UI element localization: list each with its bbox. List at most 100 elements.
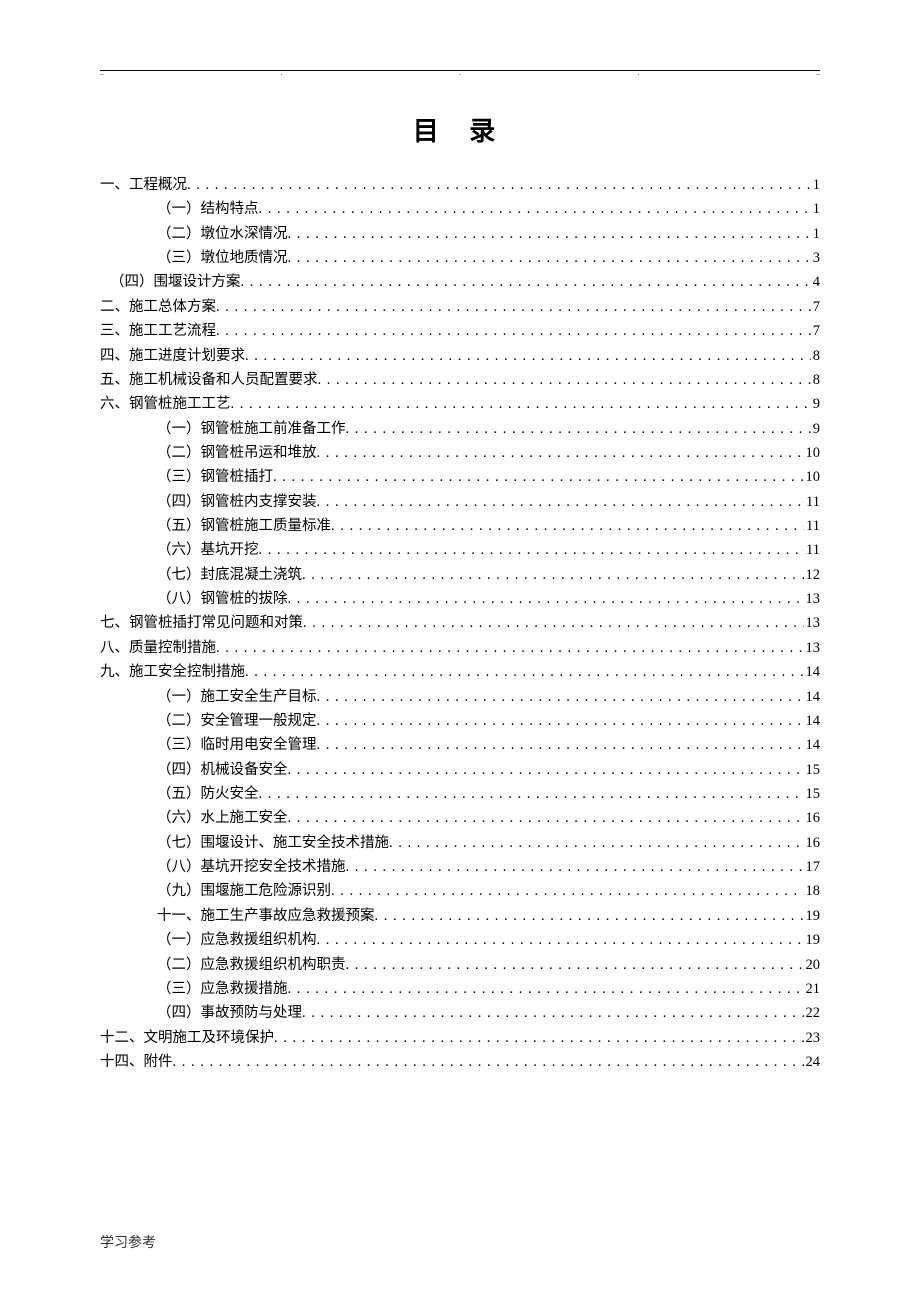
toc-entry: （一）施工安全生产目标14 (100, 685, 820, 709)
toc-label: （二）安全管理一般规定 (157, 709, 317, 733)
toc-entry: （三）墩位地质情况 3 (100, 246, 820, 270)
toc-leader-dots (288, 246, 811, 270)
toc-label: （四）钢管桩内支撑安装 (157, 490, 317, 514)
toc-leader-dots (187, 173, 811, 197)
toc-entry: （七）封底混凝土浇筑12 (100, 563, 820, 587)
toc-page-number: 3 (811, 246, 820, 270)
toc-label: （二）应急救援组织机构职责 (157, 953, 346, 977)
toc-entry: （五）钢管桩施工质量标准11 (100, 514, 820, 538)
toc-page-number: 11 (804, 538, 820, 562)
toc-page-number: 9 (811, 417, 820, 441)
toc-entry: 一、工程概况1 (100, 173, 820, 197)
toc-label: （三）墩位地质情况 (157, 246, 288, 270)
toc-entry: （四）钢管桩内支撑安装 11 (100, 490, 820, 514)
toc-leader-dots (259, 538, 805, 562)
toc-label: 十二、文明施工及环境保护 (100, 1026, 274, 1050)
toc-label: （六）基坑开挖 (157, 538, 259, 562)
toc-leader-dots (302, 1001, 804, 1025)
toc-leader-dots (346, 953, 804, 977)
toc-page-number: 17 (804, 855, 821, 879)
toc-leader-dots (288, 587, 804, 611)
toc-leader-dots (318, 368, 811, 392)
toc-entry: 六、钢管桩施工工艺 9 (100, 392, 820, 416)
toc-leader-dots (288, 758, 804, 782)
toc-entry: 二、施工总体方案 7 (100, 295, 820, 319)
toc-leader-dots (259, 197, 811, 221)
toc-page-number: 16 (804, 831, 821, 855)
toc-entry: 七、钢管桩插打常见问题和对策 13 (100, 611, 820, 635)
toc-label: 十四、附件 (100, 1050, 173, 1074)
toc-label: 二、施工总体方案 (100, 295, 216, 319)
toc-leader-dots (375, 904, 804, 928)
toc-entry: 十二、文明施工及环境保护23 (100, 1026, 820, 1050)
toc-entry: （六）基坑开挖 11 (100, 538, 820, 562)
toc-entry: （八）基坑开挖安全技术措施 17 (100, 855, 820, 879)
toc-page-number: 10 (804, 441, 821, 465)
toc-entry: （三）钢管桩插打10 (100, 465, 820, 489)
toc-page-number: 7 (811, 295, 820, 319)
toc-label: 七、钢管桩插打常见问题和对策 (100, 611, 303, 635)
toc-label: （五）钢管桩施工质量标准 (157, 514, 331, 538)
toc-leader-dots (245, 344, 811, 368)
toc-leader-dots (317, 928, 804, 952)
toc-leader-dots (317, 685, 804, 709)
toc-leader-dots (331, 514, 804, 538)
toc-entry: 五、施工机械设备和人员配置要求8 (100, 368, 820, 392)
toc-label: （七）封底混凝土浇筑 (157, 563, 302, 587)
toc-entry: （八）钢管桩的拔除13 (100, 587, 820, 611)
toc-page-number: 24 (804, 1050, 821, 1074)
toc-entry: （二）钢管桩吊运和堆放10 (100, 441, 820, 465)
toc-label: （六）水上施工安全 (157, 806, 288, 830)
toc-entry: （二）墩位水深情况1 (100, 222, 820, 246)
toc-page-number: 13 (804, 611, 821, 635)
toc-label: （一）钢管桩施工前准备工作 (157, 417, 346, 441)
toc-label: 十一、施工生产事故应急救援预案 (157, 904, 375, 928)
toc-label: （二）墩位水深情况 (157, 222, 288, 246)
toc-page-number: 19 (804, 904, 821, 928)
toc-label: 八、质量控制措施 (100, 636, 216, 660)
toc-leader-dots (303, 611, 804, 635)
toc-page-number: 14 (804, 660, 821, 684)
toc-leader-dots (274, 1026, 804, 1050)
toc-leader-dots (317, 441, 804, 465)
toc-label: 六、钢管桩施工工艺 (100, 392, 231, 416)
toc-entry: （五）防火安全15 (100, 782, 820, 806)
toc-label: （三）应急救援措施 (157, 977, 288, 1001)
toc-entry: 三、施工工艺流程 7 (100, 319, 820, 343)
toc-entry: （一）钢管桩施工前准备工作 9 (100, 417, 820, 441)
toc-label: （四）围堰设计方案 (110, 270, 241, 294)
toc-entry: 八、质量控制措施13 (100, 636, 820, 660)
toc-label: 三、施工工艺流程 (100, 319, 216, 343)
toc-leader-dots (288, 222, 811, 246)
toc-page-number: 11 (804, 490, 820, 514)
toc-entry: （二）安全管理一般规定14 (100, 709, 820, 733)
toc-label: 九、施工安全控制措施 (100, 660, 245, 684)
toc-entry: （三）临时用电安全管理14 (100, 733, 820, 757)
toc-entry: 九、施工安全控制措施 14 (100, 660, 820, 684)
toc-page-number: 8 (811, 344, 820, 368)
toc-leader-dots (317, 490, 805, 514)
toc-label: （四）事故预防与处理 (157, 1001, 302, 1025)
toc-leader-dots (346, 855, 804, 879)
footer-text: 学习参考 (100, 1232, 156, 1252)
toc-page-number: 1 (811, 173, 820, 197)
toc-leader-dots (317, 709, 804, 733)
toc-label: （一）结构特点 (157, 197, 259, 221)
toc-entry: 四、施工进度计划要求8 (100, 344, 820, 368)
toc-entry: （一）应急救援组织机构19 (100, 928, 820, 952)
toc-label: （八）基坑开挖安全技术措施 (157, 855, 346, 879)
toc-page-number: 22 (804, 1001, 821, 1025)
toc-page-number: 15 (804, 782, 821, 806)
toc-leader-dots (245, 660, 804, 684)
toc-page-number: 7 (811, 319, 820, 343)
toc-label: （四）机械设备安全 (157, 758, 288, 782)
toc-leader-dots (173, 1050, 804, 1074)
toc-entry: （三）应急救援措施21 (100, 977, 820, 1001)
toc-entry: （一）结构特点1 (100, 197, 820, 221)
toc-leader-dots (241, 270, 811, 294)
toc-entry: （四）事故预防与处理 22 (100, 1001, 820, 1025)
toc-entry: （四）机械设备安全15 (100, 758, 820, 782)
toc-entry: （九）围堰施工危险源识别18 (100, 879, 820, 903)
toc-page-number: 9 (811, 392, 820, 416)
toc-leader-dots (288, 977, 804, 1001)
